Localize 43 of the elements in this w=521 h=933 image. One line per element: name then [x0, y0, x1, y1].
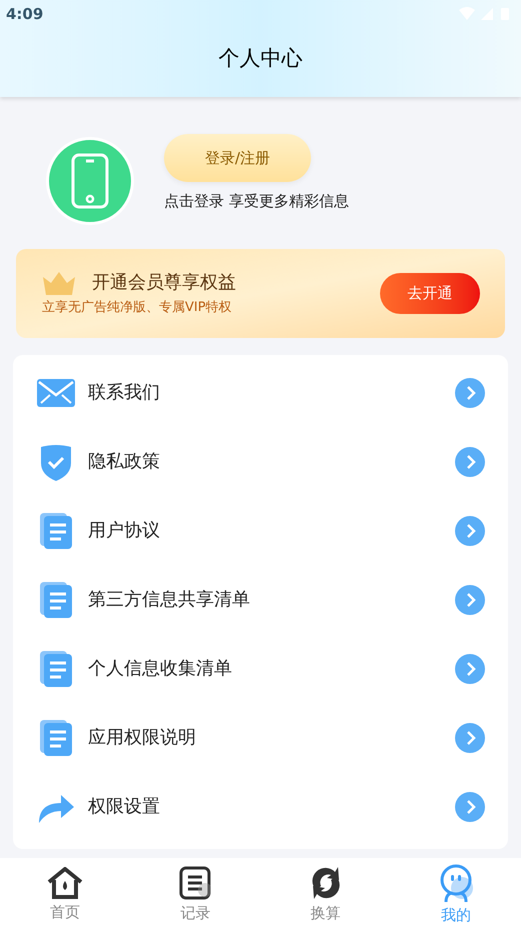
mail-icon	[37, 378, 75, 406]
menu-item[interactable]: 应用权限说明	[13, 703, 508, 772]
document-icon	[39, 512, 73, 550]
chevron-right-icon	[455, 516, 485, 546]
menu-item[interactable]: 隐私政策	[13, 427, 508, 496]
activate-button[interactable]: 去开通	[380, 273, 480, 314]
vip-title: 开通会员尊享权益	[92, 271, 236, 296]
nav-tab[interactable]: 首页	[0, 858, 130, 933]
chevron-right-icon	[455, 722, 485, 752]
menu-label: 联系我们	[88, 381, 161, 405]
document-icon	[39, 650, 73, 688]
menu-item[interactable]: 第三方信息共享清单	[13, 565, 508, 634]
login-hint: 点击登录 享受更多精彩信息	[164, 190, 349, 212]
chevron-right-icon	[455, 792, 485, 822]
vip-subtitle: 立享无广告纯净版、专属VIP特权	[42, 299, 233, 318]
menu-label: 权限设置	[88, 795, 161, 819]
house-icon	[47, 867, 84, 900]
robot-face-icon	[438, 864, 474, 902]
nav-tab[interactable]: 换算	[260, 858, 391, 933]
menu-item[interactable]: 权限设置	[13, 772, 508, 841]
chevron-right-icon	[455, 446, 485, 476]
menu-item[interactable]: 联系我们	[13, 358, 508, 427]
menu-label: 第三方信息共享清单	[88, 588, 251, 612]
phone-icon	[71, 153, 109, 209]
chevron-right-icon	[455, 654, 485, 684]
menu-item[interactable]: 用户协议	[13, 496, 508, 565]
list-icon	[179, 866, 212, 900]
document-icon	[39, 718, 73, 756]
chevron-right-icon	[455, 584, 485, 614]
login-button[interactable]: 登录/注册	[164, 134, 311, 182]
shield-check-icon	[38, 442, 74, 480]
crown-icon	[42, 270, 76, 295]
menu-item[interactable]: 个人信息收集清单	[13, 634, 508, 703]
refresh-icon	[310, 866, 341, 900]
status-time: 4:09	[6, 4, 44, 25]
document-icon	[39, 580, 73, 618]
menu-label: 应用权限说明	[88, 726, 197, 750]
nav-tab[interactable]: 记录	[130, 858, 260, 933]
menu-label: 用户协议	[88, 519, 161, 543]
chevron-right-icon	[455, 378, 485, 408]
page-title: 个人中心	[218, 44, 302, 72]
menu-label: 隐私政策	[88, 450, 161, 474]
menu-label: 个人信息收集清单	[88, 657, 233, 681]
